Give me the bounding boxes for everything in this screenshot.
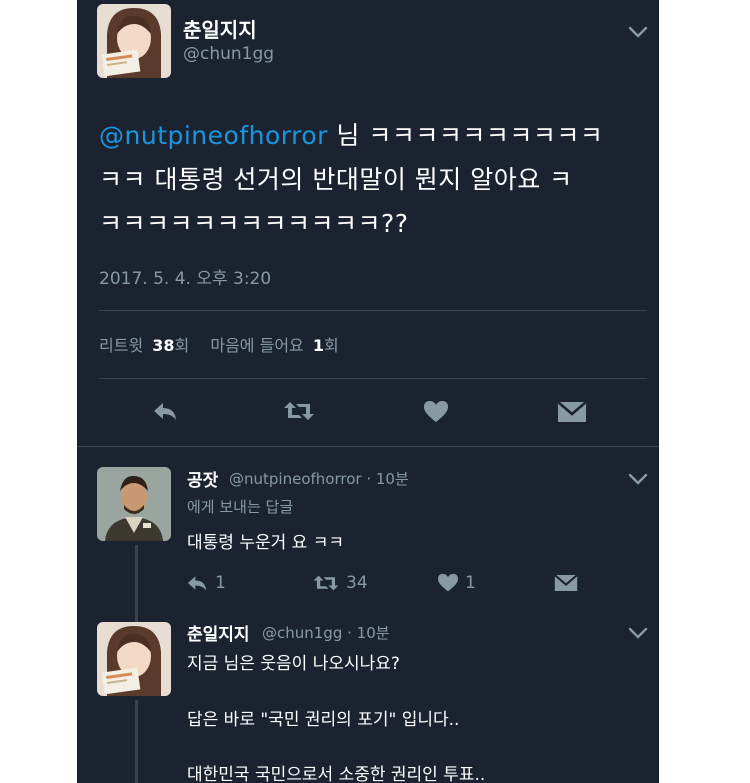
reply-handle[interactable]: @nutpineofhorror: [229, 470, 362, 488]
display-name[interactable]: 춘일지지: [183, 14, 257, 43]
reply-time[interactable]: · 10분: [347, 624, 389, 642]
tweet-text-line-2: ㅋㅋ 대통령 선거의 반대말이 뭔지 알아요 ㅋ: [99, 165, 573, 194]
chevron-down-icon[interactable]: [627, 471, 649, 487]
reply-text: 대통령 누운거 요 ㅋㅋ: [187, 533, 344, 553]
heart-icon: [424, 401, 448, 422]
reply-button[interactable]: 1: [185, 573, 226, 593]
message-button[interactable]: [554, 574, 578, 592]
reply-count: 1: [215, 573, 226, 593]
reply-icon: [154, 403, 176, 420]
tweet-stats: 리트윗 38회 마음에 들어요 1회: [99, 332, 339, 356]
reply-handle[interactable]: @chun1gg: [262, 624, 342, 642]
retweet-button[interactable]: 34: [312, 573, 368, 593]
like-stat-label: 마음에 들어요: [210, 336, 304, 355]
like-button[interactable]: [423, 400, 449, 424]
user-handle[interactable]: @chun1gg: [183, 44, 274, 64]
message-icon: [557, 401, 587, 422]
divider: [77, 446, 659, 447]
reply-text-line-2: 답은 바로 "국민 권리의 포기" 입니다..: [187, 710, 460, 730]
retweet-stat-unit: 회: [174, 336, 190, 355]
chevron-down-icon[interactable]: [627, 24, 649, 40]
heart-icon: [438, 573, 458, 592]
tweet-thread-screen: 춘일지지 @chun1gg @nutpineofhorror 님 ㅋㅋㅋㅋㅋㅋㅋ…: [77, 0, 659, 783]
tweet-text-line-3: ㅋㅋㅋㅋㅋㅋㅋㅋㅋㅋㅋㅋ??: [99, 209, 409, 238]
display-name[interactable]: 춘일지지: [187, 620, 250, 645]
like-button[interactable]: 1: [437, 573, 476, 593]
reply-time[interactable]: · 10분: [366, 470, 408, 488]
retweet-button[interactable]: [282, 399, 316, 423]
user-handle: @chun1gg · 10분: [262, 622, 390, 643]
avatar[interactable]: [97, 622, 171, 696]
thread-connector: [135, 545, 138, 630]
divider: [99, 310, 647, 311]
reply-button[interactable]: [151, 399, 179, 423]
retweet-icon: [284, 402, 314, 420]
reply-icon: [187, 576, 207, 591]
reply-text-line-1: 지금 님은 웃음이 나오시나요?: [187, 654, 400, 674]
divider: [99, 378, 647, 379]
reply-text-line-3: 대한민국 국민으로서 소중한 권리인 투표..: [187, 765, 486, 783]
retweet-stat-label: 리트윗: [99, 336, 144, 355]
tweet-text-segment: 님 ㅋㅋㅋㅋㅋㅋㅋㅋㅋㅋ: [327, 121, 604, 150]
like-count: 1: [465, 573, 476, 593]
tweet-text-line-1: @nutpineofhorror 님 ㅋㅋㅋㅋㅋㅋㅋㅋㅋㅋ: [99, 116, 603, 152]
retweet-count: 34: [346, 573, 368, 593]
like-stat-unit: 회: [324, 336, 339, 355]
message-button[interactable]: [557, 401, 587, 423]
chevron-down-icon[interactable]: [627, 625, 649, 641]
reply-to-label[interactable]: 에게 보내는 답글: [187, 496, 293, 517]
user-handle: @nutpineofhorror · 10분: [229, 468, 409, 489]
like-stat-count[interactable]: 1: [313, 336, 324, 355]
display-name[interactable]: 공잣: [187, 466, 218, 491]
message-icon: [554, 574, 578, 591]
avatar[interactable]: [97, 467, 171, 541]
retweet-icon: [313, 575, 339, 591]
avatar[interactable]: [97, 4, 171, 78]
tweet-timestamp[interactable]: 2017. 5. 4. 오후 3:20: [99, 264, 271, 289]
retweet-stat-count[interactable]: 38: [152, 336, 174, 355]
thread-connector: [135, 700, 138, 783]
mention-link[interactable]: @nutpineofhorror: [99, 121, 328, 150]
